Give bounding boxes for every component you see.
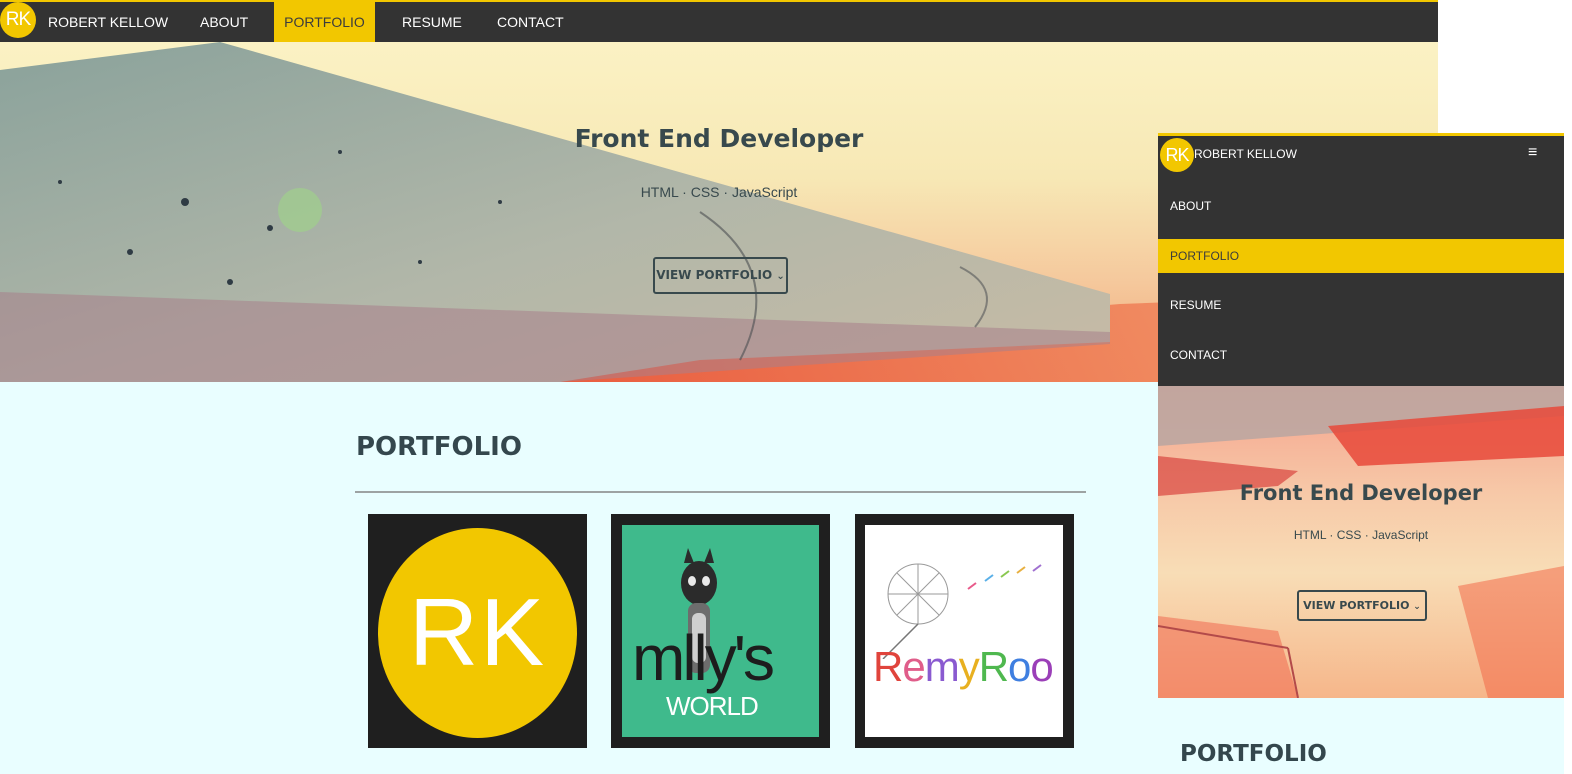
remyroo-image: RemyRoo — [865, 525, 1063, 737]
mobile-hero-title: Front End Developer — [1239, 481, 1483, 505]
mobile-nav-menu: RK ROBERT KELLOW ≡ ABOUT PORTFOLIO RESUM… — [1158, 136, 1564, 386]
chevron-down-icon: ⌄ — [776, 271, 785, 282]
chevron-down-icon: ⌄ — [1413, 602, 1421, 612]
mobile-logo-badge[interactable]: RK — [1160, 138, 1194, 172]
mollys-wordmark: mlly's — [632, 622, 775, 694]
nav-resume[interactable]: RESUME — [402, 2, 462, 42]
portfolio-tile-rk[interactable]: RK — [368, 514, 587, 748]
mollys-world-image: mlly's WORLD — [622, 525, 819, 737]
mobile-hero-background-image — [1158, 386, 1564, 698]
portfolio-tile-remyroo[interactable]: RemyRoo — [855, 514, 1074, 748]
mobile-nav-resume[interactable]: RESUME — [1158, 288, 1564, 322]
mobile-nav-portfolio[interactable]: PORTFOLIO — [1158, 239, 1564, 273]
mobile-view-portfolio-label: VIEW PORTFOLIO — [1303, 599, 1410, 612]
logo-badge[interactable]: RK — [0, 2, 36, 38]
remyroo-text: RemyRoo — [873, 643, 1054, 690]
view-portfolio-button[interactable]: VIEW PORTFOLIO ⌄ — [653, 257, 788, 294]
section-divider — [355, 491, 1086, 493]
remyroo-wordmark: RemyRoo — [873, 643, 1063, 691]
hamburger-icon[interactable]: ≡ — [1528, 144, 1537, 162]
portfolio-heading: PORTFOLIO — [356, 432, 522, 462]
mobile-view: RK ROBERT KELLOW ≡ ABOUT PORTFOLIO RESUM… — [1158, 133, 1564, 774]
mobile-hero-banner: Front End Developer HTML · CSS · JavaScr… — [1158, 386, 1564, 698]
nav-portfolio[interactable]: PORTFOLIO — [274, 2, 375, 42]
mobile-nav-about[interactable]: ABOUT — [1158, 189, 1564, 223]
mollys-world-sub: WORLD — [666, 691, 759, 721]
mobile-brand-name[interactable]: ROBERT KELLOW — [1194, 147, 1297, 161]
brand-name[interactable]: ROBERT KELLOW — [48, 2, 168, 42]
view-portfolio-label: VIEW PORTFOLIO — [656, 268, 773, 282]
mobile-view-portfolio-button[interactable]: VIEW PORTFOLIO ⌄ — [1297, 590, 1427, 621]
mobile-hero-subtitle: HTML · CSS · JavaScript — [1293, 528, 1429, 542]
mobile-nav-contact[interactable]: CONTACT — [1158, 338, 1564, 372]
portfolio-tile-mollys-world[interactable]: mlly's WORLD — [611, 514, 830, 748]
nav-about[interactable]: ABOUT — [200, 2, 248, 42]
top-navbar: RK ROBERT KELLOW ABOUT PORTFOLIO RESUME … — [0, 0, 1438, 42]
rk-logo-image: RK — [378, 528, 577, 738]
mobile-portfolio-heading: PORTFOLIO — [1180, 741, 1327, 767]
nav-contact[interactable]: CONTACT — [497, 2, 564, 42]
